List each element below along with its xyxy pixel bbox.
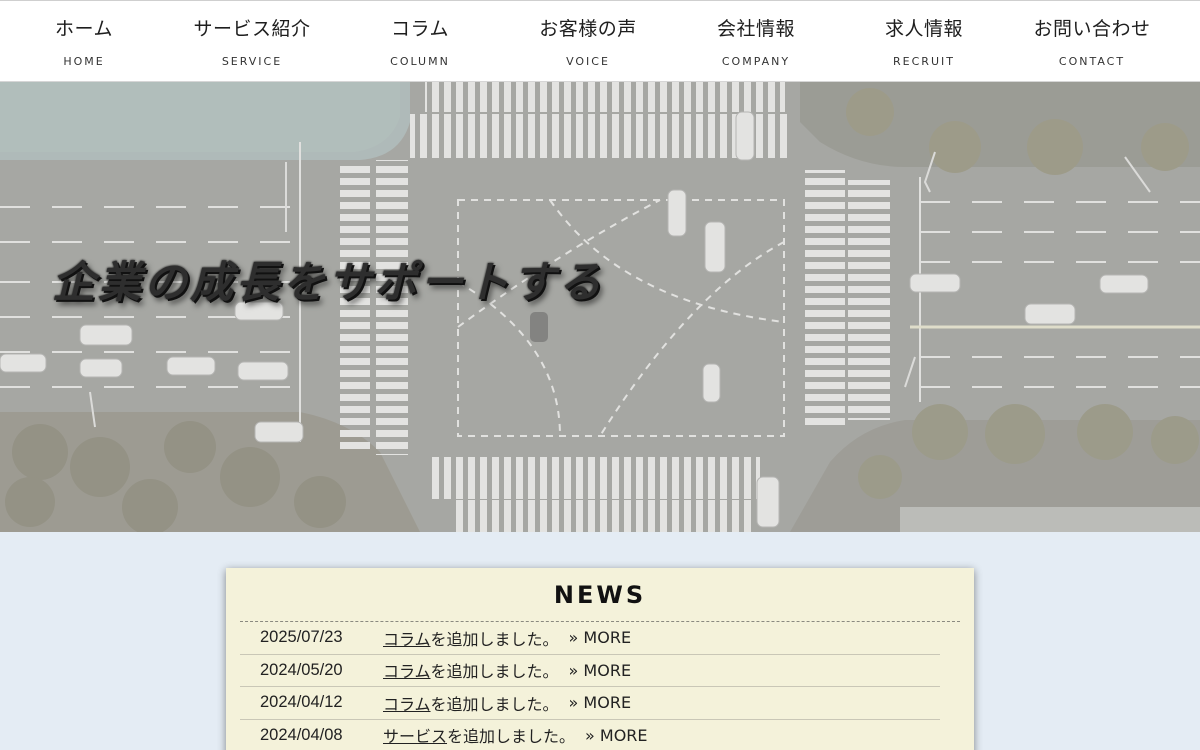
nav-label-en: SERVICE (221, 55, 283, 68)
nav-label-jp: お問い合わせ (1033, 18, 1151, 40)
news-date: 2025/07/23 (260, 628, 343, 647)
news-text: コラムを追加しました。 (383, 691, 559, 715)
nav-label-en: RECRUIT (893, 55, 955, 68)
nav-item-company[interactable]: 会社情報 COMPANY (672, 1, 840, 81)
nav-label-en: VOICE (566, 55, 610, 68)
news-more-link[interactable]: » MORE (569, 661, 632, 680)
news-item: 2024/04/08 サービスを追加しました。 » MORE (240, 720, 940, 750)
news-category-link[interactable]: サービス (383, 727, 447, 746)
news-heading: NEWS (553, 581, 647, 609)
news-text: コラムを追加しました。 (383, 658, 559, 682)
nav-label-jp: サービス紹介 (193, 18, 311, 40)
nav-item-column[interactable]: コラム COLUMN (336, 1, 504, 81)
news-text: コラムを追加しました。 (383, 626, 559, 650)
nav-label-en: COLUMN (390, 55, 450, 68)
nav-item-recruit[interactable]: 求人情報 RECRUIT (840, 1, 1008, 81)
hero-banner: 企業の成長をサポートする (0, 82, 1200, 532)
nav-item-home[interactable]: ホーム HOME (0, 1, 168, 81)
nav-label-jp: 会社情報 (716, 18, 795, 40)
news-category-link[interactable]: コラム (383, 695, 431, 714)
nav-label-en: HOME (63, 55, 105, 68)
nav-item-service[interactable]: サービス紹介 SERVICE (168, 1, 336, 81)
news-message: を追加しました。 (430, 694, 559, 714)
news-date: 2024/04/08 (260, 725, 343, 744)
news-item: 2025/07/23 コラムを追加しました。 » MORE (240, 622, 940, 655)
nav-label-en: CONTACT (1058, 55, 1126, 68)
news-more-link[interactable]: » MORE (569, 628, 632, 647)
news-category-link[interactable]: コラム (383, 662, 431, 681)
news-item: 2024/05/20 コラムを追加しました。 » MORE (240, 655, 940, 687)
nav-item-voice[interactable]: お客様の声 VOICE (504, 1, 672, 81)
nav-label-jp: ホーム (55, 18, 113, 40)
news-panel: NEWS 2025/07/23 コラムを追加しました。 » MORE 2024/… (226, 568, 974, 750)
news-message: を追加しました。 (430, 629, 559, 649)
news-list: 2025/07/23 コラムを追加しました。 » MORE 2024/05/20… (240, 622, 940, 750)
nav-item-contact[interactable]: お問い合わせ CONTACT (1008, 1, 1176, 81)
news-category-link[interactable]: コラム (383, 630, 431, 649)
news-item: 2024/04/12 コラムを追加しました。 » MORE (240, 687, 940, 720)
nav-label-jp: お客様の声 (539, 18, 637, 40)
news-date: 2024/04/12 (260, 693, 343, 712)
news-text: サービスを追加しました。 (383, 723, 575, 747)
nav-label-jp: コラム (391, 18, 449, 40)
news-more-link[interactable]: » MORE (585, 726, 648, 745)
news-message: を追加しました。 (430, 662, 559, 682)
hero-title: 企業の成長をサポートする (52, 258, 604, 308)
nav-label-jp: 求人情報 (884, 18, 963, 40)
news-message: を追加しました。 (447, 727, 576, 747)
news-more-link[interactable]: » MORE (569, 693, 632, 712)
news-date: 2024/05/20 (260, 660, 343, 679)
nav-label-en: COMPANY (721, 55, 791, 68)
global-nav: ホーム HOME サービス紹介 SERVICE コラム COLUMN お客様の声… (0, 0, 1200, 82)
